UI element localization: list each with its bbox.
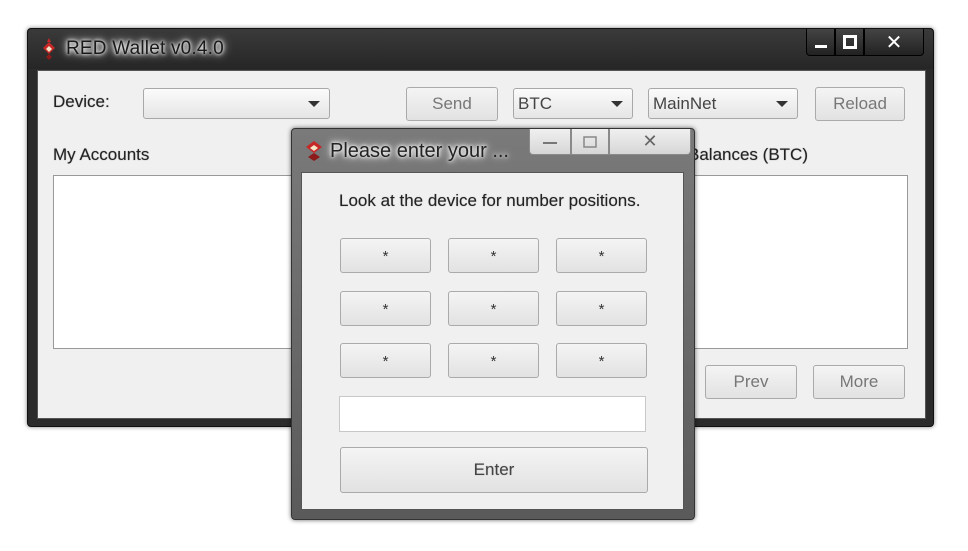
accounts-label: My Accounts [53, 145, 150, 164]
close-icon: ✕ [885, 31, 903, 54]
pin-key-8[interactable]: * [448, 343, 539, 378]
pin-key-2[interactable]: * [448, 238, 539, 273]
wallet-logo-icon [306, 141, 322, 161]
maximize-icon [583, 135, 597, 148]
pin-dialog-titlebar[interactable]: Please enter your ... ✕ [292, 129, 694, 171]
pin-key-3[interactable]: * [556, 238, 647, 273]
close-button[interactable]: ✕ [864, 29, 924, 56]
minimize-icon [814, 45, 827, 48]
pin-dialog-title: Please enter your ... [330, 140, 509, 162]
pin-minimize-button[interactable] [529, 129, 571, 155]
send-button[interactable]: Send [406, 87, 498, 121]
pin-key-5[interactable]: * [448, 291, 539, 326]
chevron-down-icon [308, 101, 320, 107]
window-title: RED Wallet v0.4.0 [66, 38, 224, 59]
pin-dialog: Please enter your ... ✕ Look at the devi… [291, 128, 695, 520]
more-button[interactable]: More [813, 365, 905, 399]
chevron-down-icon [611, 101, 623, 107]
pin-maximize-button[interactable] [571, 129, 609, 155]
pin-dialog-client: Look at the device for number positions.… [301, 172, 684, 510]
wallet-logo-icon [43, 38, 55, 60]
window-controls: ✕ [806, 29, 924, 56]
pin-dialog-controls: ✕ [529, 129, 691, 155]
pin-key-9[interactable]: * [556, 343, 647, 378]
device-select[interactable] [143, 88, 330, 119]
currency-select-value: BTC [518, 94, 552, 113]
maximize-button[interactable] [835, 29, 864, 56]
pin-key-4[interactable]: * [340, 291, 431, 326]
pin-key-7[interactable]: * [340, 343, 431, 378]
network-select-value: MainNet [653, 94, 717, 113]
maximize-icon [842, 35, 857, 49]
pin-close-button[interactable]: ✕ [609, 129, 691, 155]
minimize-icon [543, 141, 557, 144]
currency-select[interactable]: BTC [513, 88, 633, 119]
balances-label: Balances (BTC) [688, 145, 808, 164]
device-label: Device: [53, 92, 110, 111]
reload-button[interactable]: Reload [815, 87, 905, 121]
chevron-down-icon [776, 101, 788, 107]
pin-key-6[interactable]: * [556, 291, 647, 326]
minimize-button[interactable] [806, 29, 835, 56]
pin-hint: Look at the device for number positions. [339, 191, 641, 210]
main-titlebar[interactable]: RED Wallet v0.4.0 ✕ [28, 29, 933, 69]
close-icon: ✕ [642, 131, 658, 151]
pin-input[interactable] [339, 396, 646, 432]
network-select[interactable]: MainNet [648, 88, 798, 119]
prev-button[interactable]: Prev [705, 365, 797, 399]
enter-button[interactable]: Enter [340, 447, 648, 493]
pin-key-1[interactable]: * [340, 238, 431, 273]
